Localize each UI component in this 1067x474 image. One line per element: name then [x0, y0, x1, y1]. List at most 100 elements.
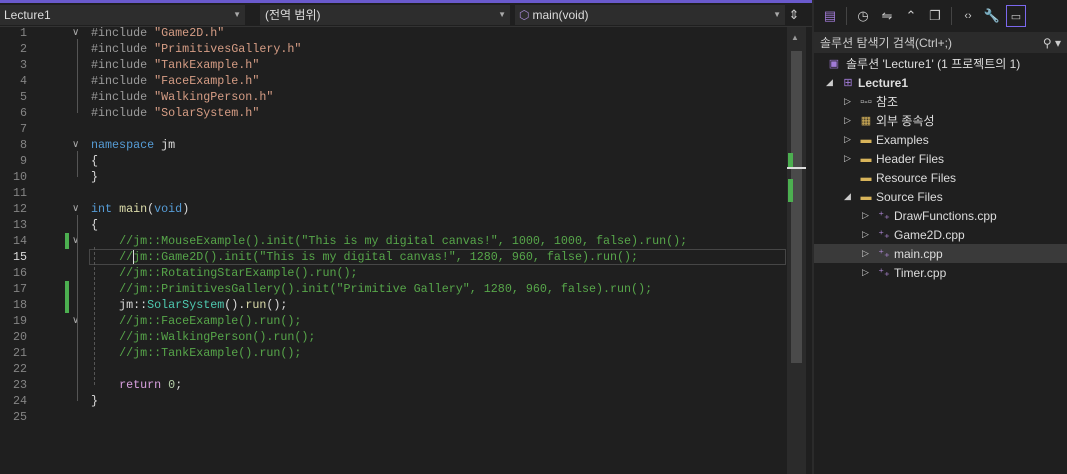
code-line[interactable]: 25: [0, 409, 787, 425]
expand-arrow-icon[interactable]: ▷: [862, 210, 872, 221]
code-token: run: [245, 298, 267, 312]
expand-arrow-icon[interactable]: ▷: [862, 267, 872, 278]
code-line[interactable]: 20 //jm::WalkingPerson().run();: [0, 329, 787, 345]
code-editor[interactable]: 1 ∨ #include "Game2D.h" 2 #include "Primitiv…: [0, 25, 787, 474]
code-line[interactable]: 15 //jm::Game2D().init("This is my digit…: [0, 249, 787, 265]
filter-folder-icon: ▬: [860, 190, 872, 203]
code-line[interactable]: 9{: [0, 153, 787, 169]
pending-changes-filter-icon[interactable]: ◷: [853, 5, 873, 27]
code-line[interactable]: 12 ∨ int main(void): [0, 201, 787, 217]
code-line[interactable]: 14 ∨ //jm::MouseExample().init("This is m…: [0, 233, 787, 249]
sync-active-document-icon[interactable]: ⇋: [877, 5, 897, 27]
solution-node[interactable]: ▣ 솔루션 'Lecture1' (1 프로젝트의 1): [814, 54, 1067, 73]
code-line[interactable]: 23 return 0;: [0, 377, 787, 393]
solution-label: 솔루션 'Lecture1' (1 프로젝트의 1): [846, 57, 1021, 71]
code-line[interactable]: 24}: [0, 393, 787, 409]
tree-item[interactable]: ▷ ▫-▫ 참조: [814, 92, 1067, 111]
code-line[interactable]: 17 //jm::PrimitivesGallery().init("Primi…: [0, 281, 787, 297]
tree-item[interactable]: ▷ ▦ 외부 종속성: [814, 111, 1067, 130]
code-token: ();: [266, 298, 288, 312]
code-line[interactable]: 21 //jm::TankExample().run();: [0, 345, 787, 361]
code-line[interactable]: 7: [0, 121, 787, 137]
references-icon: ▫-▫: [860, 95, 872, 108]
line-number: 7: [19, 122, 27, 136]
expand-arrow-icon[interactable]: ▷: [862, 229, 872, 240]
expand-arrow-icon[interactable]: ▷: [844, 115, 854, 126]
collapse-all-icon[interactable]: ⌃: [901, 5, 921, 27]
code-line[interactable]: 5 #include "WalkingPerson.h": [0, 89, 787, 105]
tree-item[interactable]: ▷ ⁺₊ DrawFunctions.cpp: [814, 206, 1067, 225]
solution-search-input[interactable]: 솔루션 탐색기 검색(Ctrl+;) ⚲ ▾: [814, 32, 1067, 53]
member-label: main(void): [532, 7, 589, 22]
expand-arrow-icon[interactable]: ▷: [862, 248, 872, 259]
member-dropdown[interactable]: ⬡ main(void) ▼: [515, 4, 785, 25]
line-number: 4: [19, 74, 27, 88]
code-line[interactable]: 2 #include "PrimitivesGallery.h": [0, 41, 787, 57]
search-icon[interactable]: ⚲ ▾: [1043, 36, 1061, 50]
tree-item[interactable]: ◢ ⊞ Lecture1: [814, 73, 1067, 92]
code-text: namespace jm: [91, 137, 175, 153]
view-code-icon[interactable]: ‹›: [958, 5, 978, 27]
collapse-arrow-icon[interactable]: ◢: [844, 191, 854, 202]
scope-dropdown[interactable]: (전역 범위) ▼: [260, 4, 510, 25]
tree-item[interactable]: ◢ ▬ Source Files: [814, 187, 1067, 206]
code-line[interactable]: 8 ∨ namespace jm: [0, 137, 787, 153]
line-number: 21: [12, 346, 27, 360]
code-token: jm::: [91, 298, 148, 312]
filter-folder-icon: ▬: [860, 171, 872, 184]
line-number: 19: [12, 314, 27, 328]
code-line[interactable]: 22: [0, 361, 787, 377]
project-dropdown[interactable]: Lecture1 ▼: [0, 4, 245, 25]
tree-item[interactable]: ▷ ▬ Examples: [814, 130, 1067, 149]
expand-arrow-icon[interactable]: ▷: [844, 134, 854, 145]
cpp-file-icon: ⁺₊: [878, 248, 890, 260]
split-window-button[interactable]: ⇕: [785, 7, 803, 23]
code-line[interactable]: 4 #include "FaceExample.h": [0, 73, 787, 89]
vertical-scrollbar[interactable]: ▲: [787, 27, 806, 474]
switch-views-icon[interactable]: ▤: [820, 5, 840, 27]
tree-item[interactable]: ▷ ⁺₊ main.cpp: [814, 244, 1067, 263]
code-text: //jm::RotatingStarExample().run();: [91, 265, 357, 281]
line-number: 18: [12, 298, 27, 312]
code-line[interactable]: 6 #include "SolarSystem.h": [0, 105, 787, 121]
code-line[interactable]: 16 //jm::RotatingStarExample().run();: [0, 265, 787, 281]
filter-folder-icon: ▬: [860, 133, 872, 146]
preview-selected-items-icon[interactable]: ▭: [1006, 5, 1026, 27]
scroll-up-arrow[interactable]: ▲: [791, 33, 799, 42]
code-line[interactable]: 1 ∨ #include "Game2D.h": [0, 25, 787, 41]
code-line[interactable]: 13 {: [0, 217, 787, 233]
code-text: #include "TankExample.h": [91, 57, 259, 73]
search-placeholder: 솔루션 탐색기 검색(Ctrl+;): [820, 36, 952, 50]
code-token: #include: [91, 58, 155, 72]
code-text: int main(void): [91, 201, 189, 217]
tree-item-label: 참조: [876, 95, 899, 109]
code-token: "TankExample.h": [154, 58, 260, 72]
code-line[interactable]: 11: [0, 185, 787, 201]
expand-arrow-icon[interactable]: ▷: [844, 153, 854, 164]
collapse-arrow-icon[interactable]: ◢: [826, 77, 836, 88]
scroll-thumb[interactable]: [791, 51, 802, 363]
code-line[interactable]: 3 #include "TankExample.h": [0, 57, 787, 73]
code-line[interactable]: 18 jm::SolarSystem().run();: [0, 297, 787, 313]
tree-item-label: DrawFunctions.cpp: [894, 208, 997, 223]
tree-item[interactable]: ▷ ⁺₊ Timer.cpp: [814, 263, 1067, 282]
fold-guide: [77, 215, 78, 401]
tree-item[interactable]: ▷ ⁺₊ Game2D.cpp: [814, 225, 1067, 244]
tree-item[interactable]: ▷ ▬ Header Files: [814, 149, 1067, 168]
line-number: 25: [12, 410, 27, 424]
expand-arrow-icon[interactable]: ▷: [844, 96, 854, 107]
code-line[interactable]: 10}: [0, 169, 787, 185]
show-all-files-icon[interactable]: ❐: [925, 5, 945, 27]
tree-item[interactable]: ▬ Resource Files: [814, 168, 1067, 187]
tree-item-label: Examples: [876, 132, 929, 147]
properties-wrench-icon[interactable]: 🔧: [982, 5, 1002, 27]
code-line[interactable]: 19 ∨ //jm::FaceExample().run();: [0, 313, 787, 329]
line-number: 6: [19, 106, 27, 120]
navigation-bar: Lecture1 ▼ (전역 범위) ▼ ⬡ main(void) ▼ ⇕: [0, 3, 812, 27]
scope-label: (전역 범위): [265, 8, 321, 22]
code-token: ): [182, 202, 190, 216]
solution-explorer-toolbar: ▤ ◷ ⇋ ⌃ ❐ ‹› 🔧 ▭: [814, 0, 1067, 32]
